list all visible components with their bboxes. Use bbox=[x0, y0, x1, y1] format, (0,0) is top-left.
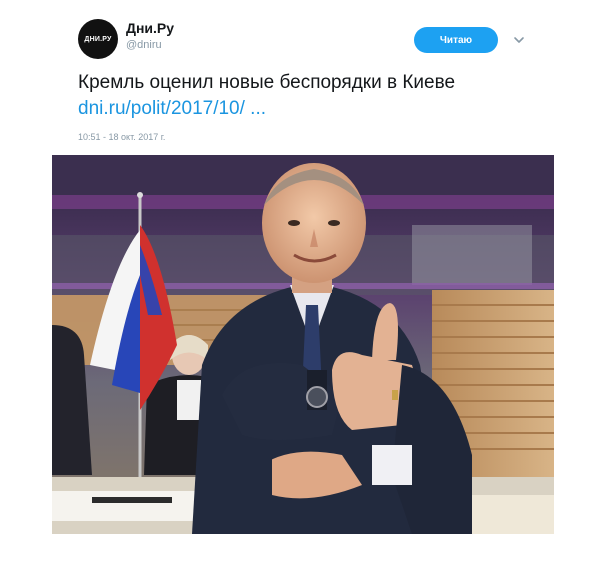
tweet-photo[interactable] bbox=[52, 155, 554, 534]
tweet-link[interactable]: dni.ru/polit/2017/10/ ... bbox=[78, 96, 266, 122]
chevron-down-icon[interactable] bbox=[512, 33, 526, 47]
avatar-logo-text: ДНИ.РУ bbox=[84, 35, 112, 43]
follow-button[interactable]: Читаю bbox=[414, 27, 498, 53]
tweet-text: Кремль оценил новые беспорядки в Киеве bbox=[78, 72, 456, 93]
author-name[interactable]: Дни.Ру bbox=[126, 20, 174, 36]
author-handle[interactable]: @dniru bbox=[126, 39, 162, 51]
follow-button-label: Читаю bbox=[439, 34, 473, 46]
photo-illustration bbox=[52, 155, 554, 534]
avatar[interactable]: ДНИ.РУ bbox=[78, 19, 118, 59]
tweet-card: ДНИ.РУ Дни.Ру @dniru Читаю Кремль оценил… bbox=[0, 0, 604, 587]
tweet-timestamp[interactable]: 10:51 - 18 окт. 2017 г. bbox=[78, 132, 165, 142]
